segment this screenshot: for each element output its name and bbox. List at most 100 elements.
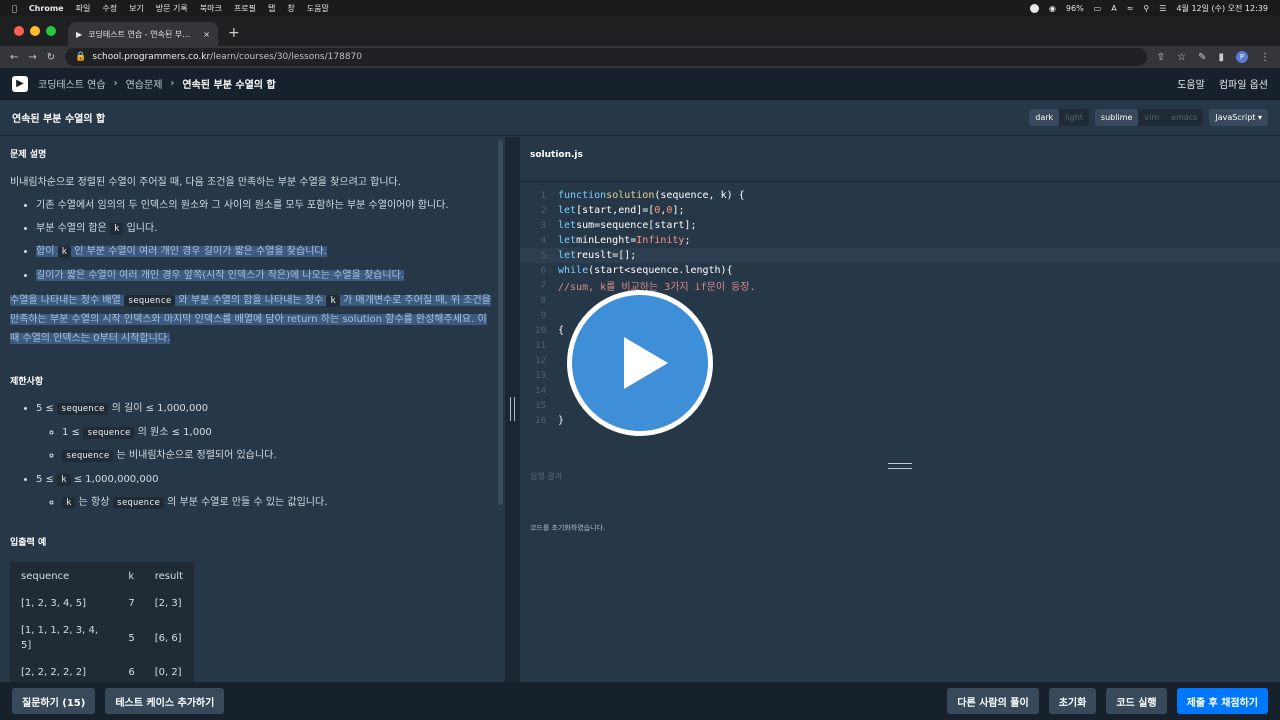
line-number: 15 — [535, 400, 546, 411]
description-scrollbar[interactable] — [498, 140, 503, 505]
others-solutions-button[interactable]: 다른 사람의 풀이 — [947, 688, 1039, 714]
menu-history[interactable]: 방문 기록 — [156, 3, 188, 14]
line-number: 1 — [540, 190, 546, 201]
condition-text: 합이 — [36, 246, 55, 257]
input-source[interactable]: A — [1111, 4, 1116, 13]
compile-options-link[interactable]: 컴파일 옵션 — [1219, 76, 1268, 91]
forward-icon[interactable]: → — [28, 52, 36, 63]
add-test-case-button[interactable]: 테스트 케이스 추가하기 — [105, 688, 225, 714]
sidebar-icon[interactable]: ▮ — [1218, 52, 1224, 63]
menu-file[interactable]: 파일 — [76, 3, 91, 14]
url-host: school.programmers.co.kr — [92, 52, 211, 62]
condition-item: 기존 수열에서 임의의 두 인덱스의 원소와 그 사이의 원소를 모두 포함하는… — [36, 198, 495, 213]
code-token: solution — [606, 190, 655, 201]
limit-text: ≤ 1,000,000,000 — [73, 473, 159, 485]
menu-profiles[interactable]: 프로필 — [234, 3, 256, 14]
battery-icon[interactable]: ▭ — [1094, 4, 1102, 13]
theme-toggle: dark light — [1029, 109, 1089, 126]
inline-code: k — [326, 294, 340, 307]
breadcrumb-practice[interactable]: 연습문제 — [126, 76, 163, 91]
line-number: 7 — [540, 280, 546, 291]
shield-icon[interactable]: ◉ — [1049, 4, 1056, 13]
limit-text: 는 항상 — [78, 497, 110, 509]
clock[interactable]: 4월 12일 (수) 오전 12:39 — [1176, 3, 1268, 14]
line-number: 10 — [535, 325, 546, 336]
record-icon[interactable] — [1029, 3, 1039, 13]
bookmark-star-icon[interactable]: ☆ — [1177, 52, 1186, 63]
url-path: /learn/courses/30/lessons/178870 — [210, 52, 363, 62]
keymap-sublime-option[interactable]: sublime — [1094, 109, 1139, 126]
language-select[interactable]: JavaScript ▾ — [1209, 109, 1268, 126]
inline-code: sequence — [112, 497, 164, 510]
condition-item: 길이가 짧은 수열이 여러 개인 경우 앞쪽(시작 인덱스가 작은)에 나오는 … — [36, 268, 495, 283]
menu-tab[interactable]: 탭 — [268, 3, 275, 14]
condition-text: 길이가 짧은 수열이 여러 개인 경우 앞쪽(시작 인덱스가 작은)에 나오는 … — [36, 269, 404, 281]
menu-bookmarks[interactable]: 북마크 — [200, 3, 222, 14]
window-controls — [0, 26, 68, 46]
line-number: 12 — [535, 355, 546, 366]
result-resize-handle[interactable] — [520, 459, 1280, 469]
control-center-icon[interactable]: ☰ — [1159, 4, 1166, 13]
description-intro: 비내림차순으로 정렬된 수열이 주어질 때, 다음 조건을 만족하는 부분 수열… — [10, 176, 401, 188]
table-cell: [0, 2] — [154, 667, 182, 679]
line-number: 6 — [540, 265, 546, 276]
code-line: 5 let reuslt=[]; — [520, 248, 1280, 263]
extensions-icon[interactable]: ✎ — [1198, 52, 1206, 63]
limit-item: k 는 항상 sequence 의 부분 수열로 만들 수 있는 값입니다. — [62, 495, 495, 511]
minimize-window-icon[interactable] — [30, 26, 40, 36]
share-icon[interactable]: ⇧ — [1157, 52, 1165, 63]
reload-icon[interactable]: ↻ — [47, 52, 55, 63]
maximize-window-icon[interactable] — [46, 26, 56, 36]
macos-menu-bar:  Chrome 파일 수정 보기 방문 기록 북마크 프로필 탭 창 도움말 … — [0, 0, 1280, 16]
pane-resize-handle[interactable] — [505, 137, 520, 682]
line-number: 11 — [535, 340, 546, 351]
run-code-button[interactable]: 코드 실행 — [1106, 688, 1167, 714]
more-menu-icon[interactable]: ⋮ — [1260, 52, 1270, 63]
inline-code: k — [57, 473, 71, 486]
breadcrumb-coding-test[interactable]: 코딩테스트 연습 — [38, 76, 106, 91]
menu-window[interactable]: 창 — [287, 3, 294, 14]
table-header-row: sequence k result — [12, 564, 192, 589]
table-cell: [1, 2, 3, 4, 5] — [21, 598, 87, 610]
reset-button[interactable]: 초기화 — [1048, 688, 1097, 714]
new-tab-icon[interactable]: + — [218, 25, 250, 46]
table-cell: 6 — [128, 667, 135, 679]
back-icon[interactable]: ← — [10, 52, 18, 63]
line-number: 8 — [540, 295, 546, 306]
apple-icon[interactable]:  — [12, 4, 17, 13]
code-token: let — [558, 235, 577, 246]
line-number: 16 — [535, 415, 546, 426]
lock-icon[interactable]: 🔒 — [75, 52, 86, 62]
line-number: 3 — [540, 220, 546, 231]
limit-text: 5 ≤ — [36, 473, 54, 485]
app-menu[interactable]: Chrome — [29, 4, 64, 13]
code-line: 6 while (start<sequence.length){ — [520, 263, 1280, 278]
keymap-vim-option[interactable]: vim — [1138, 109, 1165, 126]
close-window-icon[interactable] — [14, 26, 24, 36]
line-number: 2 — [540, 205, 546, 216]
browser-tab[interactable]: ▶ 코딩테스트 연습 - 연속된 부분 수열의 합 × — [68, 22, 218, 46]
menu-view[interactable]: 보기 — [129, 3, 144, 14]
theme-light-option[interactable]: light — [1059, 109, 1089, 126]
theme-dark-option[interactable]: dark — [1029, 109, 1060, 126]
editor-file-name: solution.js — [530, 150, 583, 160]
submit-button[interactable]: 제출 후 채점하기 — [1176, 688, 1268, 714]
limits-list: 5 ≤ sequence 의 길이 ≤ 1,000,000 1 ≤ sequen… — [10, 401, 495, 511]
search-icon[interactable]: ⚲ — [1143, 4, 1149, 13]
address-bar[interactable]: 🔒 school.programmers.co.kr/learn/courses… — [65, 48, 1147, 66]
menu-edit[interactable]: 수정 — [102, 3, 117, 14]
wifi-icon[interactable]: ≈ — [1127, 4, 1134, 13]
ask-question-button[interactable]: 질문하기 (15) — [12, 688, 96, 714]
profile-avatar[interactable]: P — [1236, 51, 1248, 63]
code-line: 3 let sum=sequence[start]; — [520, 218, 1280, 233]
code-token: ]; — [672, 205, 685, 216]
menu-help[interactable]: 도움말 — [307, 3, 329, 14]
chevron-right-icon: › — [113, 78, 118, 89]
video-play-button[interactable] — [567, 290, 713, 436]
help-link[interactable]: 도움말 — [1177, 76, 1205, 91]
programmers-logo-icon[interactable]: ▶ — [12, 75, 28, 92]
paragraph-text: 와 부분 수열의 합을 나타내는 정수 — [178, 294, 324, 306]
keymap-emacs-option[interactable]: emacs — [1165, 109, 1203, 126]
inline-code: sequence — [83, 426, 135, 439]
close-tab-icon[interactable]: × — [203, 30, 210, 39]
